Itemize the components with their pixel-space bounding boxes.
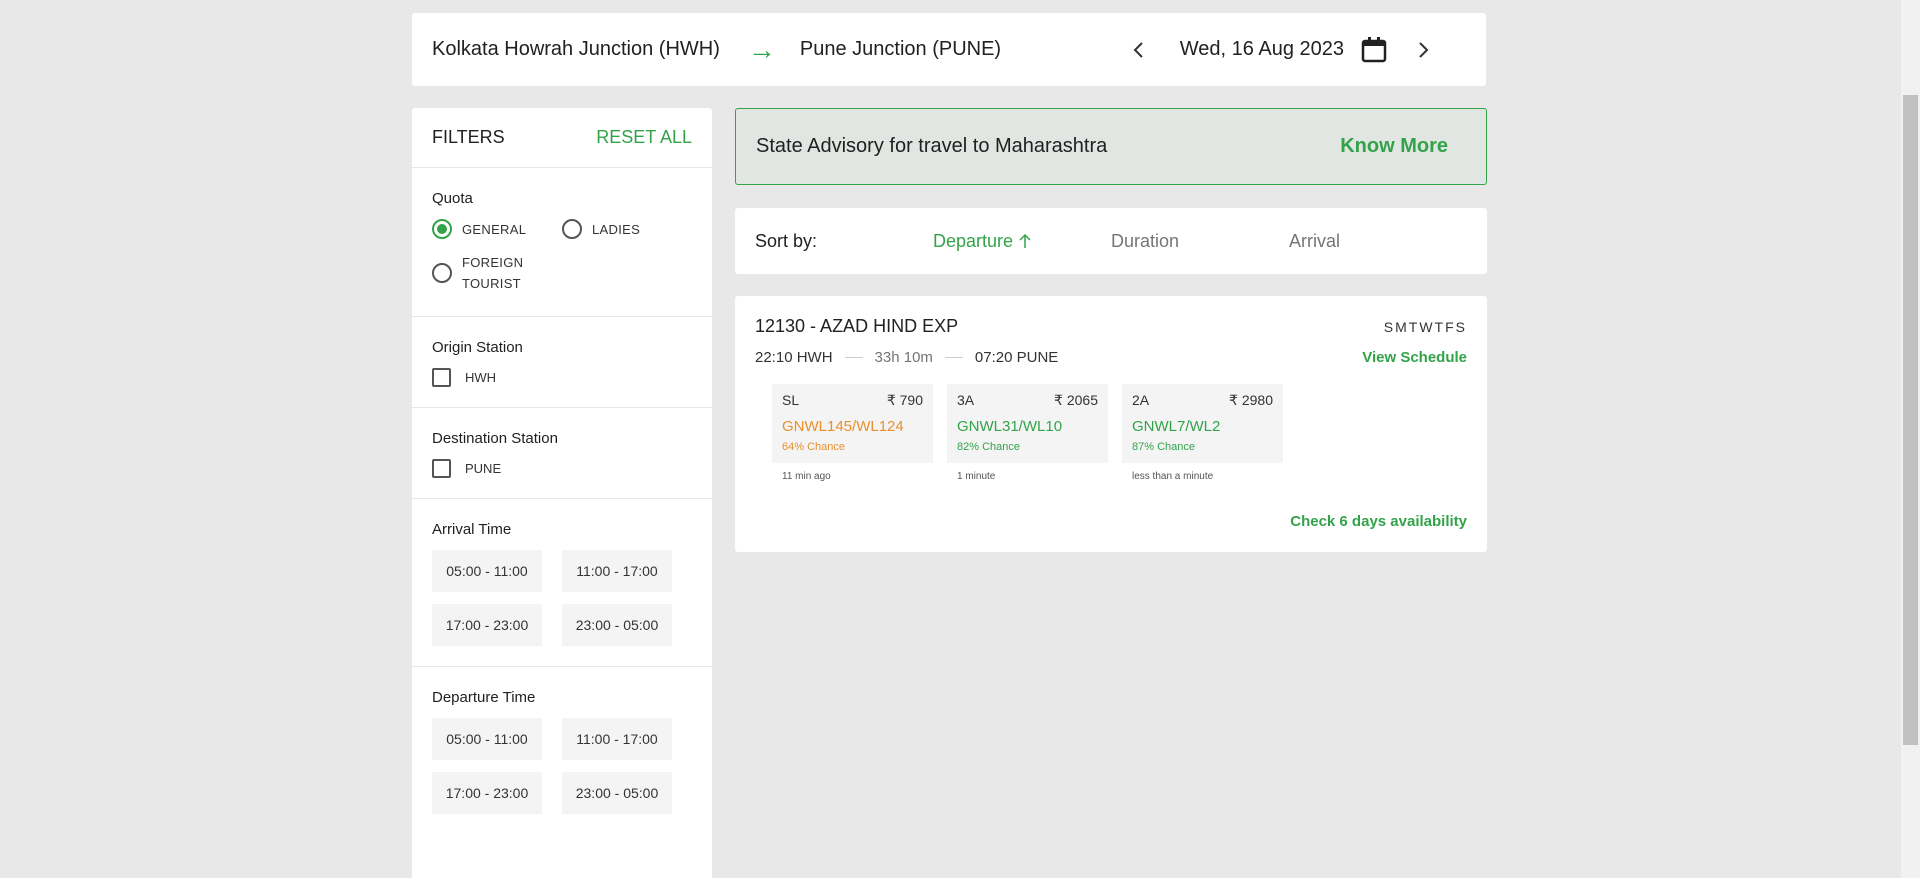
departure-slot-chip[interactable]: 23:00 - 05:00 bbox=[562, 772, 672, 814]
divider bbox=[944, 357, 963, 358]
last-updated: 1 minute bbox=[957, 471, 996, 482]
class-card-3a[interactable]: 3A ₹ 2065 GNWL31/WL10 82% Chance 1 minute bbox=[947, 384, 1108, 482]
advisory-text: State Advisory for travel to Maharashtra bbox=[756, 135, 1108, 157]
origin-option-label: HWH bbox=[465, 370, 497, 385]
destination-option-label: PUNE bbox=[465, 461, 502, 476]
class-code: 3A bbox=[957, 392, 975, 408]
quota-foreign-tourist-option[interactable]: FOREIGN TOURIST bbox=[432, 252, 562, 294]
radio-unselected-icon bbox=[562, 219, 582, 239]
state-advisory-banner: State Advisory for travel to Maharashtra… bbox=[735, 108, 1487, 185]
destination-station-label[interactable]: Pune Junction (PUNE) bbox=[800, 38, 1001, 61]
origin-station-filter: Origin Station HWH bbox=[412, 317, 712, 408]
origin-hwh-checkbox[interactable]: HWH bbox=[432, 368, 692, 387]
know-more-link[interactable]: Know More bbox=[1340, 135, 1448, 158]
quota-option-label: FOREIGN TOURIST bbox=[462, 255, 524, 291]
quota-ladies-option[interactable]: LADIES bbox=[562, 219, 692, 240]
scrollbar-thumb[interactable] bbox=[1903, 95, 1918, 745]
calendar-icon[interactable] bbox=[1360, 36, 1388, 64]
class-code: 2A bbox=[1132, 392, 1150, 408]
sort-departure-button[interactable]: Departure bbox=[933, 231, 1111, 252]
selected-date[interactable]: Wed, 16 Aug 2023 bbox=[1180, 38, 1344, 61]
destination-station-filter: Destination Station PUNE bbox=[412, 408, 712, 499]
sort-duration-button[interactable]: Duration bbox=[1111, 231, 1289, 252]
last-updated: less than a minute bbox=[1132, 471, 1214, 482]
divider bbox=[844, 357, 863, 358]
departure-slot-chip[interactable]: 17:00 - 23:00 bbox=[432, 772, 542, 814]
radio-selected-icon bbox=[432, 219, 452, 239]
quota-option-label: LADIES bbox=[592, 222, 641, 237]
class-card-2a[interactable]: 2A ₹ 2980 GNWL7/WL2 87% Chance less than … bbox=[1122, 384, 1283, 482]
previous-date-button[interactable] bbox=[1126, 38, 1150, 62]
chevron-left-icon bbox=[1133, 41, 1143, 58]
origin-station-label[interactable]: Kolkata Howrah Junction (HWH) bbox=[432, 38, 720, 61]
view-schedule-link[interactable]: View Schedule bbox=[1362, 349, 1467, 366]
class-fare: ₹ 2065 bbox=[1054, 392, 1098, 408]
route-arrow-icon: → bbox=[747, 33, 776, 65]
departure-slot-chip[interactable]: 05:00 - 11:00 bbox=[432, 718, 542, 760]
filters-title: FILTERS bbox=[432, 127, 505, 147]
arrival-time: 07:20 PUNE bbox=[974, 349, 1059, 366]
chevron-right-icon bbox=[1419, 41, 1429, 58]
quota-option-label: GENERAL bbox=[462, 222, 527, 237]
destination-filter-title: Destination Station bbox=[432, 430, 558, 447]
class-fare: ₹ 2980 bbox=[1229, 392, 1273, 408]
quota-filter: Quota GENERAL LADIES FOREIGN TOURIST bbox=[412, 168, 712, 317]
availability-status: GNWL31/WL10 bbox=[957, 418, 1063, 435]
arrival-slot-chip[interactable]: 11:00 - 17:00 bbox=[562, 550, 672, 592]
sort-label: Sort by: bbox=[755, 230, 818, 251]
departure-time: 22:10 HWH bbox=[755, 349, 833, 366]
confirmation-chance: 82% Chance bbox=[957, 441, 1020, 453]
sort-bar: Sort by: Departure Duration Arrival bbox=[735, 208, 1487, 274]
destination-pune-checkbox[interactable]: PUNE bbox=[432, 459, 692, 478]
checkbox-icon bbox=[432, 459, 451, 478]
next-date-button[interactable] bbox=[1412, 38, 1436, 62]
class-code: SL bbox=[782, 392, 800, 408]
quota-title: Quota bbox=[432, 190, 473, 207]
sort-option-label: Departure bbox=[933, 230, 1014, 251]
arrival-time-title: Arrival Time bbox=[432, 521, 512, 538]
availability-status: GNWL145/WL124 bbox=[782, 418, 904, 435]
route-header: Kolkata Howrah Junction (HWH) → Pune Jun… bbox=[412, 13, 1486, 86]
sort-arrival-button[interactable]: Arrival bbox=[1289, 231, 1467, 252]
date-selector: Wed, 16 Aug 2023 bbox=[1126, 36, 1436, 64]
train-result-card: 12130 - AZAD HIND EXP SMTWTFS 22:10 HWH … bbox=[735, 296, 1487, 552]
arrival-slot-chip[interactable]: 17:00 - 23:00 bbox=[432, 604, 542, 646]
reset-all-button[interactable]: RESET ALL bbox=[596, 127, 692, 148]
arrival-slot-chip[interactable]: 23:00 - 05:00 bbox=[562, 604, 672, 646]
train-name[interactable]: 12130 - AZAD HIND EXP bbox=[755, 316, 958, 337]
class-availability-list: SL ₹ 790 GNWL145/WL124 64% Chance 11 min … bbox=[772, 384, 1467, 482]
arrival-time-filter: Arrival Time 05:00 - 11:00 11:00 - 17:00… bbox=[412, 499, 712, 667]
journey-duration: 33h 10m bbox=[874, 349, 933, 366]
last-updated: 11 min ago bbox=[782, 471, 831, 482]
quota-general-option[interactable]: GENERAL bbox=[432, 219, 562, 240]
radio-unselected-icon bbox=[432, 263, 452, 283]
filters-panel: FILTERS RESET ALL Quota GENERAL LADIES F… bbox=[412, 108, 712, 878]
origin-filter-title: Origin Station bbox=[432, 339, 523, 356]
checkbox-icon bbox=[432, 368, 451, 387]
confirmation-chance: 64% Chance bbox=[782, 441, 845, 453]
page-scrollbar[interactable] bbox=[1901, 0, 1920, 878]
filters-header: FILTERS RESET ALL bbox=[412, 108, 712, 168]
check-availability-link[interactable]: Check 6 days availability bbox=[1290, 513, 1467, 530]
class-fare: ₹ 790 bbox=[886, 392, 923, 408]
arrow-up-icon bbox=[1019, 233, 1031, 248]
departure-slot-chip[interactable]: 11:00 - 17:00 bbox=[562, 718, 672, 760]
availability-status: GNWL7/WL2 bbox=[1132, 418, 1221, 435]
class-card-sl[interactable]: SL ₹ 790 GNWL145/WL124 64% Chance 11 min … bbox=[772, 384, 933, 482]
departure-time-filter: Departure Time 05:00 - 11:00 11:00 - 17:… bbox=[412, 667, 712, 834]
running-days: SMTWTFS bbox=[1383, 318, 1467, 335]
departure-time-title: Departure Time bbox=[432, 689, 536, 706]
confirmation-chance: 87% Chance bbox=[1132, 441, 1195, 453]
arrival-slot-chip[interactable]: 05:00 - 11:00 bbox=[432, 550, 542, 592]
